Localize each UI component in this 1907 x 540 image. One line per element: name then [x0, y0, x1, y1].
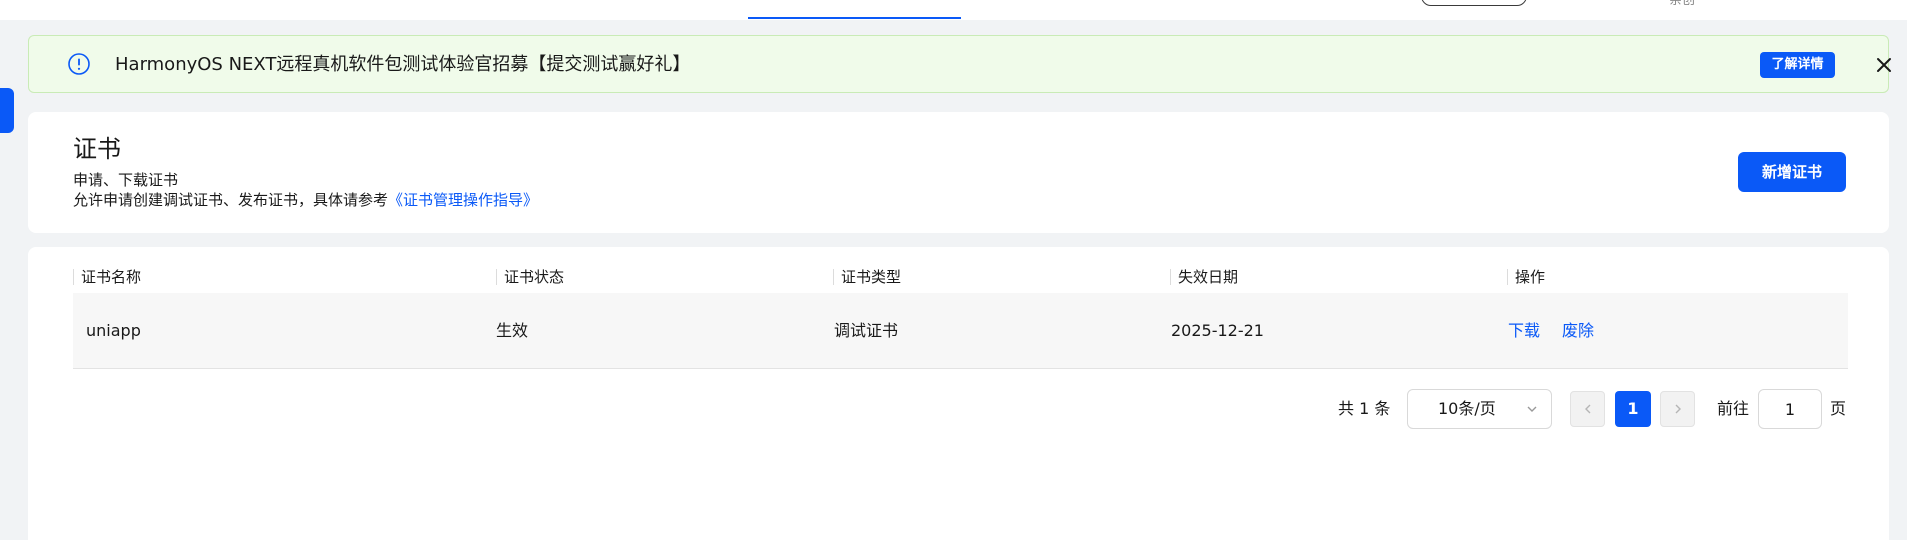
cell-certificate-name: uniapp [86, 321, 141, 340]
top-nav-fragment[interactable]: 亲创 [1669, 0, 1695, 8]
description-text: 允许申请创建调试证书、发布证书，具体请参考 [73, 191, 389, 209]
pagination-total: 共 1 条 [1338, 399, 1391, 418]
chevron-down-icon [1527, 406, 1537, 412]
download-link[interactable]: 下载 [1508, 321, 1540, 340]
certificate-table-card: 证书名称 证书状态 证书类型 失效日期 操作 uniapp 生效 调试证书 20… [28, 247, 1889, 540]
table-row: uniapp 生效 调试证书 2025-12-21 下载 废除 [73, 293, 1848, 369]
cell-certificate-status: 生效 [496, 321, 529, 340]
active-tab-indicator [748, 17, 961, 19]
certificate-header-card: 证书 申请、下载证书 允许申请创建调试证书、发布证书，具体请参考《证书管理操作指… [28, 112, 1889, 233]
revoke-link[interactable]: 废除 [1562, 321, 1594, 340]
notice-text: HarmonyOS NEXT远程真机软件包测试体验官招募【提交测试赢好礼】 [115, 54, 691, 75]
goto-label: 前往 [1717, 399, 1750, 418]
goto-page-input[interactable] [1758, 389, 1822, 429]
page-subtitle: 申请、下载证书 [73, 171, 179, 189]
cell-certificate-type: 调试证书 [834, 321, 899, 340]
cell-expiry-date: 2025-12-21 [1171, 321, 1264, 340]
side-collapse-tab[interactable] [0, 88, 14, 133]
next-page-button[interactable] [1660, 391, 1695, 427]
guide-link[interactable]: 《证书管理操作指导》 [388, 191, 538, 209]
page-size-value: 10条/页 [1438, 399, 1496, 418]
top-pill-button[interactable] [1421, 0, 1527, 6]
page-size-select[interactable]: 10条/页 [1407, 389, 1552, 429]
info-circle-icon [68, 53, 90, 75]
close-icon[interactable] [1873, 54, 1895, 76]
page-title: 证书 [73, 135, 121, 163]
page-suffix-label: 页 [1830, 399, 1847, 418]
add-certificate-button[interactable]: 新增证书 [1738, 152, 1846, 192]
page-description: 允许申请创建调试证书、发布证书，具体请参考《证书管理操作指导》 [73, 190, 538, 210]
chevron-right-icon [1675, 404, 1681, 414]
chevron-left-icon [1585, 404, 1591, 414]
learn-more-button[interactable]: 了解详情 [1760, 52, 1835, 78]
notice-banner: HarmonyOS NEXT远程真机软件包测试体验官招募【提交测试赢好礼】 了解… [28, 35, 1891, 93]
cell-actions: 下载 废除 [1500, 293, 1616, 369]
current-page-button[interactable]: 1 [1615, 391, 1651, 427]
previous-page-button[interactable] [1570, 391, 1605, 427]
top-navigation-bar: 亲创 [0, 0, 1907, 20]
